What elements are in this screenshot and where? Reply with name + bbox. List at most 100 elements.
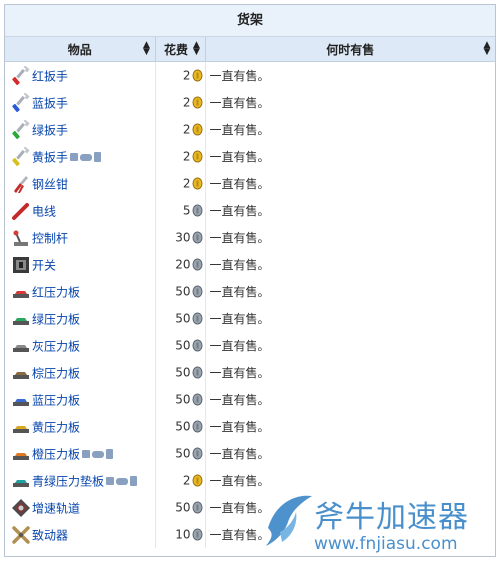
orange-pressure-plate-icon[interactable] bbox=[11, 444, 31, 464]
lever-icon[interactable] bbox=[11, 228, 31, 248]
item-cell: 绿压力板 bbox=[5, 305, 156, 332]
item-cell: 黄扳手 bbox=[5, 143, 156, 170]
watermark-logo-icon bbox=[262, 488, 316, 552]
teal-pressure-pad-icon[interactable] bbox=[11, 471, 31, 491]
platform-icon bbox=[106, 475, 138, 487]
brown-pressure-plate-icon[interactable] bbox=[11, 363, 31, 383]
switch-icon[interactable] bbox=[11, 255, 31, 275]
availability-cell: 一直有售。 bbox=[209, 204, 270, 218]
silver-coin-icon bbox=[192, 258, 203, 271]
blue-pressure-plate-icon[interactable] bbox=[11, 390, 31, 410]
item-name-link[interactable]: 绿压力板 bbox=[32, 312, 80, 326]
table-caption: 货架 bbox=[5, 5, 495, 37]
cost-value: 50 bbox=[175, 446, 191, 461]
watermark: 斧牛加速器 www.fnjiasu.com bbox=[262, 488, 498, 558]
item-name-link[interactable]: 黄扳手 bbox=[32, 150, 68, 164]
item-cell: 钢丝钳 bbox=[5, 170, 156, 197]
sort-icon[interactable]: ▲ ▼ bbox=[143, 41, 151, 57]
red-pressure-plate-icon[interactable] bbox=[11, 282, 31, 302]
item-name-link[interactable]: 电线 bbox=[32, 204, 56, 218]
cost-value: 5 bbox=[182, 203, 191, 218]
table-row: 蓝压力板 50 一直有售。 bbox=[5, 386, 495, 413]
cost-cell: 50 bbox=[155, 494, 206, 521]
column-header-cost[interactable]: 花费 ▲ ▼ bbox=[155, 37, 206, 62]
item-name-link[interactable]: 灰压力板 bbox=[32, 339, 80, 353]
item-name-link[interactable]: 绿扳手 bbox=[32, 123, 68, 137]
wire-icon[interactable] bbox=[11, 201, 31, 221]
wire-cutter-icon[interactable] bbox=[11, 174, 31, 194]
table-row: 开关 20 一直有售。 bbox=[5, 251, 495, 278]
item-name-link[interactable]: 红扳手 bbox=[32, 69, 68, 83]
sort-icon[interactable]: ▲ ▼ bbox=[483, 41, 491, 57]
availability-cell: 一直有售。 bbox=[209, 231, 270, 245]
table-row: 棕压力板 50 一直有售。 bbox=[5, 359, 495, 386]
table-header-row: 物品 ▲ ▼ 花费 ▲ ▼ 何时有售 ▲ ▼ bbox=[5, 37, 495, 62]
item-name-link[interactable]: 控制杆 bbox=[32, 231, 68, 245]
availability-cell: 一直有售。 bbox=[209, 393, 270, 407]
gold-coin-icon bbox=[192, 123, 203, 136]
cost-cell: 5 bbox=[155, 197, 206, 224]
item-name-link[interactable]: 橙压力板 bbox=[32, 447, 80, 461]
table-row: 钢丝钳 2 一直有售。 bbox=[5, 170, 495, 197]
green-wrench-icon[interactable] bbox=[11, 119, 31, 140]
blue-wrench-icon[interactable] bbox=[11, 92, 31, 113]
item-name-link[interactable]: 钢丝钳 bbox=[32, 177, 68, 191]
gold-coin-icon bbox=[192, 150, 203, 163]
item-name-link[interactable]: 黄压力板 bbox=[32, 420, 80, 434]
item-name-link[interactable]: 开关 bbox=[32, 258, 56, 272]
item-name-link[interactable]: 增速轨道 bbox=[32, 501, 80, 515]
item-cell: 控制杆 bbox=[5, 224, 156, 251]
item-name-link[interactable]: 红压力板 bbox=[32, 285, 80, 299]
item-cell: 蓝扳手 bbox=[5, 89, 156, 116]
item-name-link[interactable]: 蓝压力板 bbox=[32, 393, 80, 407]
actuator-icon[interactable] bbox=[11, 525, 31, 545]
cost-value: 50 bbox=[175, 338, 191, 353]
cost-cell: 50 bbox=[155, 413, 206, 440]
cost-cell: 10 bbox=[155, 521, 206, 548]
green-pressure-plate-icon[interactable] bbox=[11, 309, 31, 329]
item-cell: 电线 bbox=[5, 197, 156, 224]
item-name-link[interactable]: 致动器 bbox=[32, 528, 68, 542]
red-wrench-icon[interactable] bbox=[11, 65, 31, 86]
silver-coin-icon bbox=[192, 231, 203, 244]
cost-value: 50 bbox=[175, 284, 191, 299]
silver-coin-icon bbox=[192, 312, 203, 325]
sort-icon[interactable]: ▲ ▼ bbox=[193, 41, 201, 57]
platform-icon bbox=[70, 151, 102, 163]
column-header-item[interactable]: 物品 ▲ ▼ bbox=[5, 37, 156, 62]
item-name-link[interactable]: 棕压力板 bbox=[32, 366, 80, 380]
cost-cell: 2 bbox=[155, 143, 206, 170]
yellow-pressure-plate-icon[interactable] bbox=[11, 417, 31, 437]
cost-cell: 2 bbox=[155, 61, 206, 89]
cost-cell: 50 bbox=[155, 440, 206, 467]
cost-cell: 20 bbox=[155, 251, 206, 278]
table-row: 红压力板 50 一直有售。 bbox=[5, 278, 495, 305]
cost-cell: 50 bbox=[155, 386, 206, 413]
silver-coin-icon bbox=[192, 447, 203, 460]
watermark-name: 斧牛加速器 bbox=[314, 500, 469, 535]
item-cell: 开关 bbox=[5, 251, 156, 278]
cost-value: 30 bbox=[175, 230, 191, 245]
availability-cell: 一直有售。 bbox=[209, 150, 270, 164]
item-name-link[interactable]: 蓝扳手 bbox=[32, 96, 68, 110]
cost-cell: 2 bbox=[155, 467, 206, 494]
cost-value: 2 bbox=[182, 95, 191, 110]
column-header-cost-label: 花费 bbox=[163, 42, 188, 57]
availability-cell: 一直有售。 bbox=[209, 177, 270, 191]
silver-coin-icon bbox=[192, 339, 203, 352]
item-cell: 灰压力板 bbox=[5, 332, 156, 359]
table-row: 红扳手 2 一直有售。 bbox=[5, 61, 495, 89]
yellow-wrench-icon[interactable] bbox=[11, 146, 31, 167]
item-cell: 橙压力板 bbox=[5, 440, 156, 467]
cost-value: 20 bbox=[175, 257, 191, 272]
item-name-link[interactable]: 青绿压力垫板 bbox=[32, 474, 104, 488]
availability-cell: 一直有售。 bbox=[209, 96, 270, 110]
table-row: 控制杆 30 一直有售。 bbox=[5, 224, 495, 251]
cost-value: 2 bbox=[182, 176, 191, 191]
booster-track-icon[interactable] bbox=[11, 498, 31, 518]
column-header-when[interactable]: 何时有售 ▲ ▼ bbox=[205, 37, 495, 62]
cost-cell: 2 bbox=[155, 89, 206, 116]
silver-coin-icon bbox=[192, 501, 203, 514]
gray-pressure-plate-icon[interactable] bbox=[11, 336, 31, 356]
item-cell: 青绿压力垫板 bbox=[5, 467, 156, 494]
